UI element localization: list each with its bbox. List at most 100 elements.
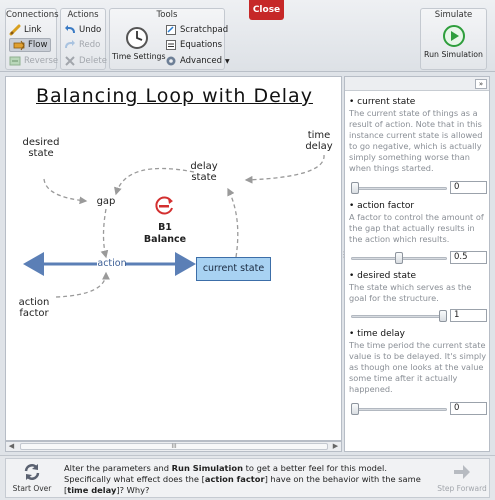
diagram-title: Balancing Loop with Delay xyxy=(36,85,313,107)
slider-track[interactable] xyxy=(351,408,447,411)
param-time-delay: • time delay The time period the current… xyxy=(349,329,489,395)
param-desired-state: • desired state The state which serves a… xyxy=(349,271,489,304)
param-name-text: action factor xyxy=(357,201,415,211)
scroll-right-icon[interactable]: ▶ xyxy=(330,442,341,451)
desired-state-label[interactable]: desired state xyxy=(20,137,62,159)
param-description: The current state of things as a result … xyxy=(349,108,483,173)
clock-icon xyxy=(125,26,149,50)
param-action-factor: • action factor A factor to control the … xyxy=(349,201,489,245)
param-name-text: time delay xyxy=(357,329,405,339)
time-delay-slider[interactable]: 0 xyxy=(349,402,489,416)
actions-group: Actions Undo Redo Delete xyxy=(60,8,107,70)
time-settings-label: Time Settings xyxy=(112,52,166,61)
reverse-button[interactable]: Reverse xyxy=(9,54,58,68)
close-button[interactable]: Close xyxy=(249,0,284,20)
scroll-left-icon[interactable]: ◀ xyxy=(6,442,17,451)
scratchpad-icon xyxy=(165,24,177,36)
action-factor-slider[interactable]: 0.5 xyxy=(349,251,489,265)
link-label: Link xyxy=(24,25,42,35)
redo-icon xyxy=(64,39,76,51)
run-simulation-label: Run Simulation xyxy=(424,50,483,59)
scratchpad-button[interactable]: Scratchpad xyxy=(165,23,228,37)
flow-button[interactable]: Flow xyxy=(9,38,52,52)
play-icon xyxy=(442,25,465,47)
toolbar: Connections Link Flow Reverse Actions Un… xyxy=(0,0,495,72)
link-button[interactable]: Link xyxy=(9,23,41,37)
link-desired-to-gap xyxy=(43,178,88,205)
desired-state-slider[interactable]: 1 xyxy=(349,309,489,323)
scroll-grip-icon: III xyxy=(171,443,177,450)
delay-state-label[interactable]: delay state xyxy=(188,161,220,183)
param-description: The state which serves as the goal for t… xyxy=(349,282,472,303)
advanced-dropdown[interactable]: Advanced ▼ xyxy=(165,54,230,68)
arrow-right-icon xyxy=(452,462,472,482)
redo-label: Redo xyxy=(79,40,101,50)
time-delay-label[interactable]: time delay xyxy=(304,130,334,152)
current-state-slider[interactable]: 0 xyxy=(349,181,489,195)
actions-title: Actions xyxy=(67,10,99,20)
time-settings-button[interactable]: Time Settings xyxy=(112,23,166,69)
simulate-title: Simulate xyxy=(434,10,473,20)
equations-button[interactable]: Equations xyxy=(165,38,222,52)
scroll-thumb[interactable]: III xyxy=(20,443,328,450)
slider-track[interactable] xyxy=(351,187,447,190)
equations-label: Equations xyxy=(180,40,223,50)
start-over-button[interactable]: Start Over xyxy=(8,462,56,493)
redo-button[interactable]: Redo xyxy=(64,38,100,52)
slider-thumb[interactable] xyxy=(351,182,359,194)
delete-label: Delete xyxy=(79,56,107,66)
horizontal-scrollbar[interactable]: ◀ III ▶ xyxy=(5,441,342,452)
instr-time-delay: time delay xyxy=(67,485,117,495)
current-state-stock[interactable]: current state xyxy=(196,257,271,281)
param-name: • desired state xyxy=(349,271,417,281)
collapse-panel-button[interactable]: » xyxy=(475,79,487,89)
delete-button[interactable]: Delete xyxy=(64,54,107,68)
param-name: • time delay xyxy=(349,329,405,339)
slider-thumb[interactable] xyxy=(395,252,403,264)
param-name: • action factor xyxy=(349,201,415,211)
undo-icon xyxy=(64,24,76,36)
panel-header: » xyxy=(345,77,489,91)
desired-state-value[interactable]: 1 xyxy=(450,309,487,322)
instr-part: Alter the parameters and xyxy=(64,463,172,473)
connections-title: Connections xyxy=(6,10,59,20)
action-flow-label[interactable]: action xyxy=(96,258,128,269)
run-simulation-button[interactable]: Run Simulation xyxy=(421,22,486,69)
reverse-label: Reverse xyxy=(24,56,59,66)
flow-label: Flow xyxy=(28,40,48,50)
simulate-group: Simulate Run Simulation xyxy=(420,8,487,70)
slider-thumb[interactable] xyxy=(439,310,447,322)
loop-name: Balance xyxy=(143,234,187,245)
parameters-panel: » • current state The current state of t… xyxy=(344,76,490,452)
instr-action-factor: action factor xyxy=(204,474,265,484)
refresh-icon xyxy=(22,462,42,482)
link-delaystate-to-gap xyxy=(114,167,195,196)
tools-title: Tools xyxy=(156,10,178,20)
undo-button[interactable]: Undo xyxy=(64,23,101,37)
action-factor-label[interactable]: action factor xyxy=(16,297,52,319)
equations-icon xyxy=(165,39,177,51)
bottom-bar: Start Over Alter the parameters and Run … xyxy=(0,455,495,500)
slider-thumb[interactable] xyxy=(351,403,359,415)
step-forward-button[interactable]: Step Forward xyxy=(436,462,488,493)
gap-label[interactable]: gap xyxy=(96,196,116,207)
param-description: A factor to control the amount of the ga… xyxy=(349,212,484,244)
param-description: The time period the current state value … xyxy=(349,340,487,394)
param-name-text: current state xyxy=(357,97,416,107)
reverse-icon xyxy=(9,55,21,67)
action-factor-value[interactable]: 0.5 xyxy=(450,251,487,264)
time-delay-value[interactable]: 0 xyxy=(450,402,487,415)
undo-label: Undo xyxy=(79,25,102,35)
link-gap-to-action xyxy=(100,208,109,259)
flow-icon xyxy=(13,39,25,51)
slider-track[interactable] xyxy=(351,315,447,318)
link-current-to-delaystate xyxy=(227,187,239,258)
diagram-connectors xyxy=(23,154,325,298)
link-factor-to-action xyxy=(55,271,110,298)
diagram-canvas[interactable]: Balancing Loop with Delay desired state … xyxy=(5,76,342,441)
current-state-value[interactable]: 0 xyxy=(450,181,487,194)
instr-part: ]? Why? xyxy=(116,485,150,495)
link-timedelay-to-delaystate xyxy=(244,154,325,184)
param-current-state: • current state The current state of thi… xyxy=(349,97,489,174)
step-forward-label: Step Forward xyxy=(437,484,487,493)
